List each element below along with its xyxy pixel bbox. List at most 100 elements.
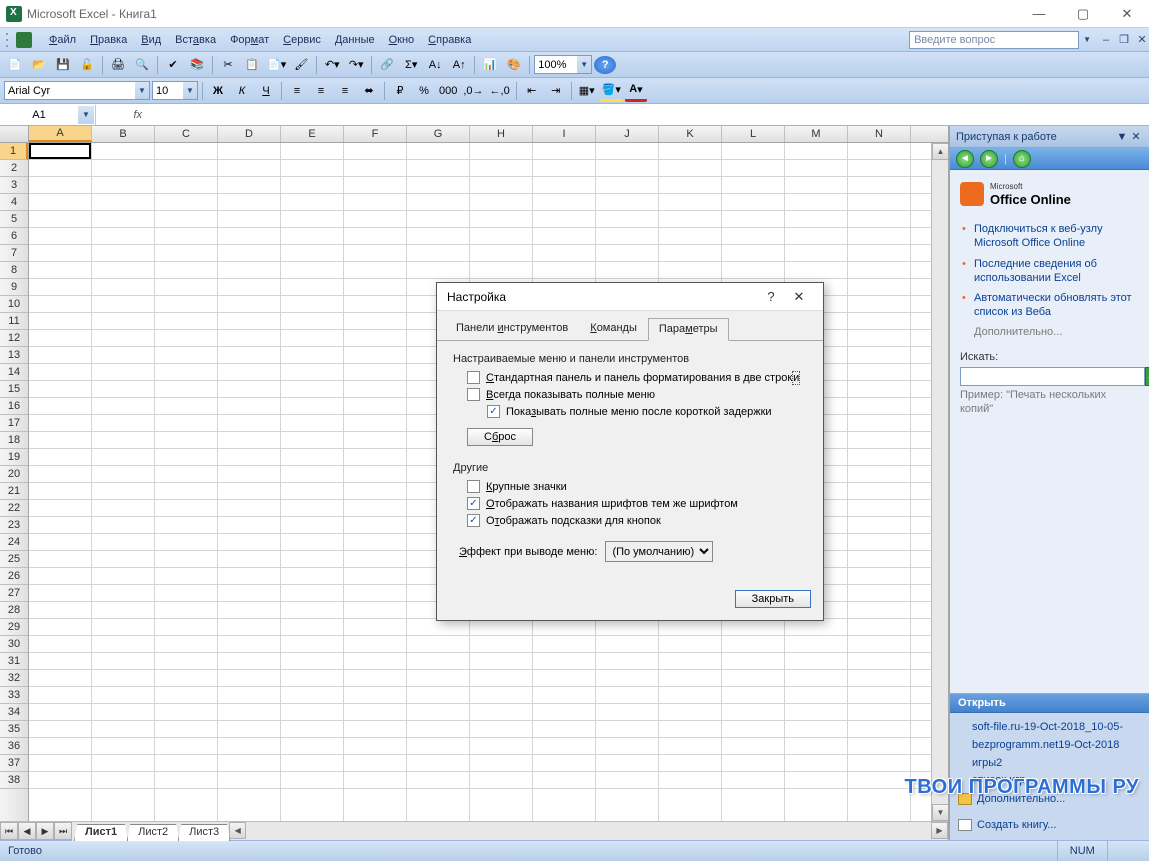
row-header[interactable]: 14: [0, 364, 28, 381]
menu-format[interactable]: Формат: [223, 31, 276, 49]
copy-button[interactable]: 📋: [241, 54, 263, 76]
taskpane-home-button[interactable]: ⌂: [1013, 150, 1031, 168]
column-header[interactable]: D: [218, 126, 281, 142]
italic-button[interactable]: К: [231, 80, 253, 102]
row-header[interactable]: 32: [0, 670, 28, 687]
checkbox-tooltips[interactable]: ✓ Отображать подсказки для кнопок: [467, 514, 807, 527]
gripper-icon[interactable]: [4, 31, 12, 49]
undo-button[interactable]: ↶▾: [321, 54, 343, 76]
row-header[interactable]: 22: [0, 500, 28, 517]
window-maximize-button[interactable]: ▢: [1061, 0, 1105, 28]
row-header[interactable]: 26: [0, 568, 28, 585]
hyperlink-button[interactable]: 🔗: [376, 54, 398, 76]
column-header[interactable]: A: [29, 126, 92, 142]
sort-desc-button[interactable]: A↑: [448, 54, 470, 76]
spelling-button[interactable]: ✔: [162, 54, 184, 76]
taskpane-search-input[interactable]: [960, 367, 1145, 386]
zoom-dropdown[interactable]: ▼: [534, 55, 592, 74]
taskpane-link[interactable]: Автоматически обновлять этот список из В…: [960, 288, 1139, 323]
row-header[interactable]: 6: [0, 228, 28, 245]
column-header[interactable]: K: [659, 126, 722, 142]
create-workbook-link[interactable]: Создать книгу...: [958, 816, 1141, 834]
chevron-down-icon[interactable]: ▼: [577, 56, 591, 73]
taskpane-link[interactable]: Последние сведения об использовании Exce…: [960, 254, 1139, 289]
checkbox-large-icons[interactable]: Крупные значки: [467, 480, 807, 493]
dialog-help-button[interactable]: ?: [757, 289, 785, 304]
cut-button[interactable]: ✂: [217, 54, 239, 76]
permission-button[interactable]: 🔓: [76, 54, 98, 76]
row-header[interactable]: 20: [0, 466, 28, 483]
column-header[interactable]: C: [155, 126, 218, 142]
open-more-link[interactable]: Дополнительно...: [958, 790, 1141, 808]
row-header[interactable]: 25: [0, 551, 28, 568]
menu-window[interactable]: Окно: [382, 31, 422, 49]
taskpane-close-button[interactable]: ✕: [1129, 130, 1143, 144]
font-color-button[interactable]: A▾: [625, 80, 647, 102]
column-header[interactable]: M: [785, 126, 848, 142]
formula-input[interactable]: [148, 106, 1149, 124]
menu-tools[interactable]: Сервис: [276, 31, 328, 49]
decrease-indent-button[interactable]: ⇤: [521, 80, 543, 102]
column-header[interactable]: E: [281, 126, 344, 142]
row-header[interactable]: 7: [0, 245, 28, 262]
menu-file[interactable]: Файл: [42, 31, 83, 49]
sheet-tab[interactable]: Лист2: [127, 824, 179, 841]
sheet-tab[interactable]: Лист3: [178, 824, 230, 841]
menu-data[interactable]: Данные: [328, 31, 382, 49]
row-header[interactable]: 15: [0, 381, 28, 398]
column-header[interactable]: L: [722, 126, 785, 142]
row-header[interactable]: 4: [0, 194, 28, 211]
row-header[interactable]: 12: [0, 330, 28, 347]
percent-button[interactable]: %: [413, 80, 435, 102]
recent-file-link[interactable]: список игр: [958, 772, 1141, 790]
chevron-down-icon[interactable]: ▼: [78, 106, 94, 124]
doc-minimize-button[interactable]: –: [1099, 33, 1113, 47]
row-header[interactable]: 36: [0, 738, 28, 755]
row-header[interactable]: 29: [0, 619, 28, 636]
row-header[interactable]: 37: [0, 755, 28, 772]
row-header[interactable]: 1: [0, 143, 28, 160]
merge-center-button[interactable]: ⬌: [358, 80, 380, 102]
row-header[interactable]: 30: [0, 636, 28, 653]
checkbox-two-rows[interactable]: Стандартная панель и панель форматирован…: [467, 371, 807, 384]
select-all-corner[interactable]: [0, 126, 29, 142]
taskpane-more-link[interactable]: Дополнительно...: [960, 323, 1139, 341]
dialog-tab-options[interactable]: Параметры: [648, 318, 729, 341]
window-minimize-button[interactable]: —: [1017, 0, 1061, 28]
row-header[interactable]: 35: [0, 721, 28, 738]
name-box-input[interactable]: [0, 109, 78, 121]
row-header[interactable]: 17: [0, 415, 28, 432]
chevron-down-icon[interactable]: ▼: [183, 82, 197, 99]
menu-edit[interactable]: Правка: [83, 31, 134, 49]
checkbox-show-after-delay[interactable]: ✓ Показывать полные меню после короткой …: [487, 405, 807, 418]
menu-effect-select[interactable]: (По умолчанию): [605, 541, 713, 562]
checkbox-full-menus[interactable]: Всегда показывать полные меню: [467, 388, 807, 401]
recent-file-link[interactable]: игры2: [958, 755, 1141, 773]
column-header[interactable]: N: [848, 126, 911, 142]
font-name-dropdown[interactable]: ▼: [4, 81, 150, 100]
row-header[interactable]: 38: [0, 772, 28, 789]
menu-insert[interactable]: Вставка: [168, 31, 223, 49]
dialog-tab-commands[interactable]: Команды: [579, 317, 648, 340]
taskpane-search-go-button[interactable]: →: [1145, 367, 1149, 386]
row-header[interactable]: 28: [0, 602, 28, 619]
zoom-value[interactable]: [535, 56, 577, 73]
research-button[interactable]: 📚: [186, 54, 208, 76]
window-close-button[interactable]: ✕: [1105, 0, 1149, 28]
dialog-tab-toolbars[interactable]: Панели инструментов: [445, 317, 579, 340]
checkbox-font-names[interactable]: ✓ Отображать названия шрифтов тем же шри…: [467, 497, 807, 510]
column-header[interactable]: H: [470, 126, 533, 142]
column-header[interactable]: J: [596, 126, 659, 142]
recent-file-link[interactable]: soft-file.ru-19-Oct-2018_10-05-: [958, 719, 1141, 737]
row-header[interactable]: 34: [0, 704, 28, 721]
new-button[interactable]: 📄: [4, 54, 26, 76]
column-header[interactable]: F: [344, 126, 407, 142]
open-button[interactable]: 📂: [28, 54, 50, 76]
row-header[interactable]: 9: [0, 279, 28, 296]
row-header[interactable]: 27: [0, 585, 28, 602]
sheet-tab[interactable]: Лист1: [74, 824, 128, 841]
sort-asc-button[interactable]: A↓: [424, 54, 446, 76]
save-button[interactable]: 💾: [52, 54, 74, 76]
row-header[interactable]: 11: [0, 313, 28, 330]
drawing-button[interactable]: 🎨: [503, 54, 525, 76]
